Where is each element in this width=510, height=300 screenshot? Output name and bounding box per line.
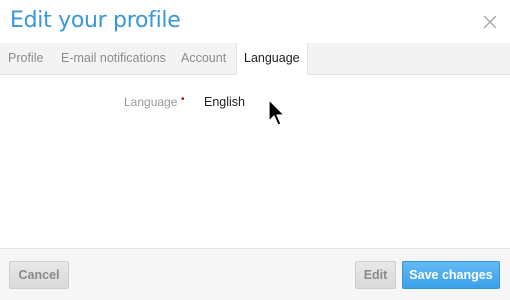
cancel-button[interactable]: Cancel xyxy=(9,261,69,289)
tab-profile[interactable]: Profile xyxy=(8,43,43,74)
mouse-pointer-icon xyxy=(268,99,285,126)
edit-button[interactable]: Edit xyxy=(355,261,396,289)
required-marker: • xyxy=(181,94,185,105)
tab-bar: Profile E-mail notifications Account Lan… xyxy=(0,43,510,75)
close-icon[interactable] xyxy=(483,15,497,29)
tab-account[interactable]: Account xyxy=(181,43,226,74)
language-label: Language xyxy=(124,95,178,109)
dialog-title: Edit your profile xyxy=(10,8,181,33)
tab-email-notifications[interactable]: E-mail notifications xyxy=(61,43,166,74)
dialog-footer: Cancel Edit Save changes xyxy=(0,248,510,300)
language-value[interactable]: English xyxy=(204,95,245,109)
tab-language[interactable]: Language xyxy=(236,43,308,75)
edit-profile-dialog: Edit your profile Profile E-mail notific… xyxy=(0,0,510,300)
save-changes-button[interactable]: Save changes xyxy=(402,261,500,289)
